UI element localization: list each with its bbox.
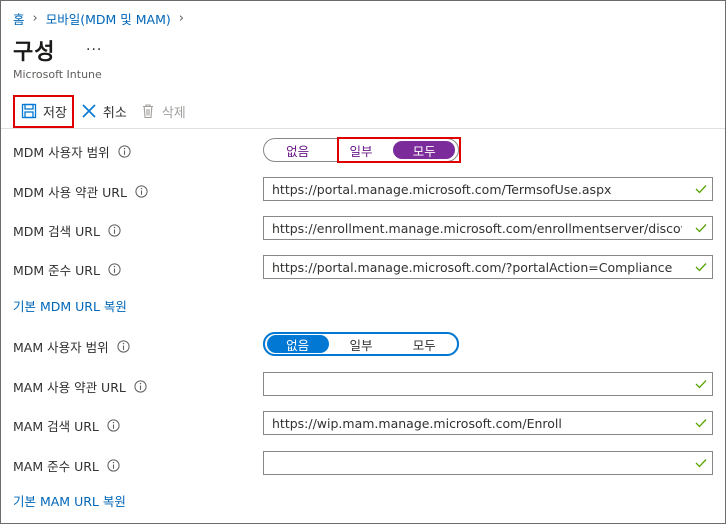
- info-icon[interactable]: [118, 145, 131, 158]
- mam-scope-row-label: MAM 사용자 범위: [13, 337, 130, 356]
- mam-compliance-url-field: [263, 451, 713, 475]
- mdm-terms-url-field: [263, 177, 713, 201]
- save-label: 저장: [43, 105, 67, 121]
- mam-scope-all[interactable]: 모두: [393, 335, 455, 353]
- mdm-discovery-url-field: [263, 216, 713, 240]
- command-bar: 저장 취소 삭제: [13, 94, 192, 128]
- mdm-terms-row-label: MDM 사용 약관 URL: [13, 182, 148, 201]
- save-button[interactable]: 저장: [13, 94, 74, 128]
- info-icon[interactable]: [134, 380, 147, 393]
- checkmark-icon: [690, 184, 712, 194]
- discard-label: 취소: [102, 105, 127, 121]
- checkmark-icon: [690, 262, 712, 272]
- mam-discovery-row-label: MAM 검색 URL: [13, 416, 120, 435]
- info-icon[interactable]: [108, 263, 121, 276]
- restore-default-mam-urls-link[interactable]: 기본 MAM URL 복원: [13, 491, 126, 510]
- mdm-discovery-row-label: MDM 검색 URL: [13, 221, 121, 240]
- mam-scope-label: MAM 사용자 범위: [13, 340, 109, 355]
- checkmark-icon: [690, 458, 712, 468]
- mam-compliance-url-input[interactable]: [264, 452, 690, 474]
- mdm-scope-all[interactable]: 모두: [393, 141, 456, 159]
- mdm-scope-row-label: MDM 사용자 범위: [13, 142, 131, 161]
- checkmark-icon: [690, 223, 712, 233]
- toolbar-divider: [1, 128, 725, 129]
- mam-terms-label: MAM 사용 약관 URL: [13, 380, 126, 395]
- mdm-compliance-label: MDM 준수 URL: [13, 263, 100, 278]
- mam-compliance-row-label: MAM 준수 URL: [13, 456, 120, 475]
- mam-discovery-url-field: [263, 411, 713, 435]
- mdm-scope-toggle: 없음 일부 모두: [263, 138, 459, 162]
- discard-button[interactable]: 취소: [74, 96, 133, 126]
- restore-default-mdm-urls-link[interactable]: 기본 MDM URL 복원: [13, 296, 127, 315]
- mdm-scope-some[interactable]: 일부: [330, 141, 392, 159]
- delete-button[interactable]: 삭제: [133, 96, 192, 126]
- chevron-right-icon: ›: [32, 10, 38, 26]
- mdm-terms-url-input[interactable]: [264, 178, 690, 200]
- mdm-scope-label: MDM 사용자 범위: [13, 145, 110, 160]
- checkmark-icon: [690, 418, 712, 428]
- mdm-scope-none[interactable]: 없음: [267, 141, 329, 159]
- breadcrumb: 홈 › 모바일(MDM 및 MAM) ›: [13, 9, 192, 27]
- info-icon[interactable]: [135, 185, 148, 198]
- mdm-discovery-url-input[interactable]: [264, 217, 690, 239]
- mdm-compliance-url-input[interactable]: [264, 256, 690, 278]
- info-icon[interactable]: [108, 224, 121, 237]
- mdm-compliance-url-field: [263, 255, 713, 279]
- mam-scope-toggle: 없음 일부 모두: [263, 332, 459, 356]
- mam-discovery-url-input[interactable]: [264, 412, 690, 434]
- chevron-right-icon: ›: [178, 10, 184, 26]
- mdm-terms-label: MDM 사용 약관 URL: [13, 185, 127, 200]
- page-subtitle: Microsoft Intune: [13, 68, 102, 81]
- checkmark-icon: [690, 379, 712, 389]
- delete-label: 삭제: [161, 105, 186, 121]
- mdm-compliance-row-label: MDM 준수 URL: [13, 260, 121, 279]
- mam-terms-url-field: [263, 372, 713, 396]
- trash-icon: [139, 102, 157, 120]
- mam-scope-none[interactable]: 없음: [266, 335, 329, 353]
- page-title: 구성: [13, 40, 56, 65]
- mam-discovery-label: MAM 검색 URL: [13, 419, 99, 434]
- mam-terms-row-label: MAM 사용 약관 URL: [13, 377, 147, 396]
- info-icon[interactable]: [107, 459, 120, 472]
- info-icon[interactable]: [107, 419, 120, 432]
- mam-terms-url-input[interactable]: [264, 373, 690, 395]
- mdm-discovery-label: MDM 검색 URL: [13, 224, 100, 239]
- close-icon: [80, 102, 98, 120]
- mam-compliance-label: MAM 준수 URL: [13, 459, 99, 474]
- breadcrumb-home[interactable]: 홈: [13, 9, 25, 28]
- breadcrumb-mobile[interactable]: 모바일(MDM 및 MAM): [46, 9, 171, 28]
- more-options-button[interactable]: ...: [86, 38, 102, 54]
- save-icon: [20, 102, 38, 120]
- mam-scope-some[interactable]: 일부: [330, 335, 392, 353]
- info-icon[interactable]: [116, 340, 130, 353]
